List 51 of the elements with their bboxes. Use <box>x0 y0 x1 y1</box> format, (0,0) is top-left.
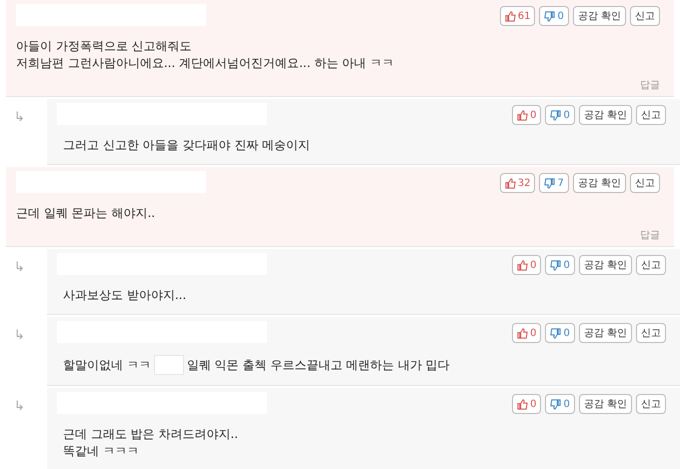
dislike-button[interactable]: 0 <box>545 394 575 414</box>
like-button[interactable]: 0 <box>512 105 542 125</box>
like-button[interactable]: 0 <box>512 394 542 414</box>
thumbs-down-icon <box>550 260 562 270</box>
dislike-button[interactable]: 0 <box>545 323 575 343</box>
comment-text: 그러고 신고한 아들을 갖다패야 진짜 메숭이지 <box>63 137 310 154</box>
comment-text: 일퀘 익몬 출첵 우르스끝내고 메랜하는 내가 밉다 <box>186 356 450 374</box>
empathy-check-button[interactable]: 공감 확인 <box>572 6 626 26</box>
like-button[interactable]: 61 <box>500 6 536 26</box>
like-button[interactable]: 0 <box>512 255 542 275</box>
thumbs-up-icon <box>517 260 528 270</box>
report-button[interactable]: 신고 <box>636 255 666 275</box>
thumbs-up-icon <box>517 398 528 410</box>
empathy-check-button[interactable]: 공감 확인 <box>578 394 632 414</box>
thumbs-up-icon <box>517 110 528 120</box>
report-button[interactable]: 신고 <box>636 394 666 414</box>
reply-arrow-icon: ↳ <box>13 109 26 127</box>
thumbs-down-icon <box>544 178 556 188</box>
dislike-button[interactable]: 0 <box>539 6 569 26</box>
empathy-check-button[interactable]: 공감 확인 <box>578 323 632 343</box>
comment-text: 저희남편 그런사람아니에요... 계단에서넘어진거예요... 하는 아내 ㅋㅋ <box>16 55 394 72</box>
empathy-check-button[interactable]: 공감 확인 <box>578 105 632 125</box>
like-button[interactable]: 32 <box>500 173 536 193</box>
comment-text: 아들이 가정폭력으로 신고해줘도 <box>16 38 192 55</box>
thumbs-up-icon <box>517 328 528 338</box>
thumbs-down-icon <box>550 328 562 338</box>
comment-text: 할말이없네 ㅋㅋ <box>63 356 151 374</box>
reply-link[interactable]: 답글 <box>640 78 660 92</box>
reply-arrow-icon: ↳ <box>13 327 26 345</box>
report-button[interactable]: 신고 <box>636 105 666 125</box>
comment-text: 근데 그래도 밥은 차려드려야지.. <box>63 426 238 443</box>
report-button[interactable]: 신고 <box>630 173 660 193</box>
thumbs-down-icon <box>544 10 556 22</box>
reply-arrow-icon: ↳ <box>13 259 26 277</box>
dislike-button[interactable]: 0 <box>545 105 575 125</box>
thumbs-up-icon <box>504 10 516 22</box>
dislike-button[interactable]: 0 <box>545 255 575 275</box>
like-button[interactable]: 0 <box>512 323 542 343</box>
thumbs-down-icon <box>550 110 562 120</box>
empathy-check-button[interactable]: 공감 확인 <box>572 173 626 193</box>
comment-text: 사과보상도 받아야지... <box>63 287 186 304</box>
comment-text: 근데 일퀘 몬파는 해야지.. <box>16 205 156 222</box>
empathy-check-button[interactable]: 공감 확인 <box>578 255 632 275</box>
dislike-button[interactable]: 7 <box>539 173 569 193</box>
report-button[interactable]: 신고 <box>636 323 666 343</box>
comment-text: 똑같네 ㅋㅋㅋ <box>63 443 139 460</box>
thumbs-up-icon <box>504 178 516 188</box>
reply-link[interactable]: 답글 <box>640 228 660 242</box>
thumbs-down-icon <box>550 398 562 410</box>
report-button[interactable]: 신고 <box>630 6 660 26</box>
reply-arrow-icon: ↳ <box>13 398 26 416</box>
